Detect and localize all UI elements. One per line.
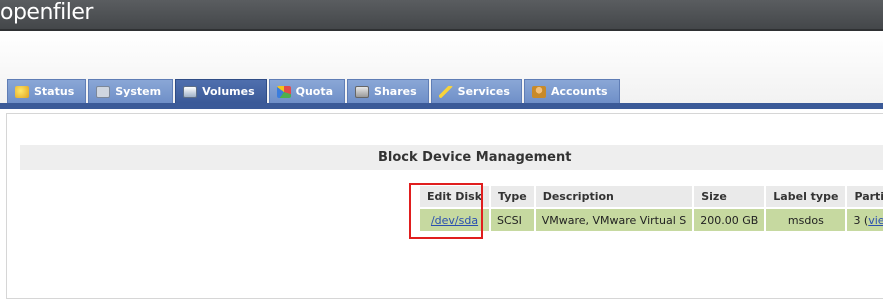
col-header-type: Type — [491, 186, 534, 207]
top-bar: openfiler — [0, 0, 883, 31]
col-header-label-type: Label type — [766, 186, 846, 207]
col-header-partitions: Partitions — [847, 186, 883, 207]
tab-shares[interactable]: Shares — [347, 79, 429, 103]
status-icon — [15, 85, 29, 98]
partitions-count: 3 ( — [853, 213, 869, 227]
tab-status[interactable]: Status — [7, 79, 87, 103]
col-header-size: Size — [694, 186, 765, 207]
table-header-row: Edit Disk Type Description Size Label ty… — [420, 186, 883, 207]
quota-icon — [276, 85, 291, 98]
tab-label: System — [115, 85, 162, 98]
tab-system[interactable]: System — [88, 79, 174, 103]
view-partitions-link[interactable]: view — [868, 214, 883, 227]
cell-label-type: msdos — [766, 209, 846, 231]
cell-size: 200.00 GB — [694, 209, 765, 231]
cell-description: VMware, VMware Virtual S — [535, 209, 693, 231]
block-device-table: Edit Disk Type Description Size Label ty… — [418, 184, 883, 233]
table-row: /dev/sda SCSI VMware, VMware Virtual S 2… — [420, 209, 883, 231]
services-icon — [438, 85, 453, 98]
cell-edit-disk: /dev/sda — [420, 209, 490, 231]
accounts-icon — [531, 85, 546, 98]
volumes-icon — [183, 85, 198, 98]
tab-label: Status — [34, 85, 75, 98]
system-icon — [96, 85, 111, 98]
cell-partitions: 3 (view) — [847, 209, 883, 231]
shares-icon — [355, 85, 370, 98]
page-title: Block Device Management — [378, 150, 572, 165]
tab-label: Volumes — [202, 85, 255, 98]
cell-type: SCSI — [491, 209, 534, 231]
tab-label: Quota — [295, 85, 334, 98]
main-nav-tabs: Status System Volumes Quota Shares Servi… — [7, 79, 620, 103]
edit-disk-link[interactable]: /dev/sda — [431, 214, 478, 227]
tab-services[interactable]: Services — [430, 79, 522, 103]
tab-label: Services — [457, 85, 510, 98]
section-header: Block Device Management — [20, 145, 883, 170]
tab-label: Shares — [374, 85, 417, 98]
tab-quota[interactable]: Quota — [268, 79, 346, 103]
openfiler-logo: openfiler — [0, 0, 93, 25]
col-header-edit-disk: Edit Disk — [420, 186, 490, 207]
tab-label: Accounts — [550, 85, 608, 98]
col-header-description: Description — [535, 186, 693, 207]
tab-volumes[interactable]: Volumes — [175, 79, 267, 103]
tab-accounts[interactable]: Accounts — [523, 79, 620, 103]
